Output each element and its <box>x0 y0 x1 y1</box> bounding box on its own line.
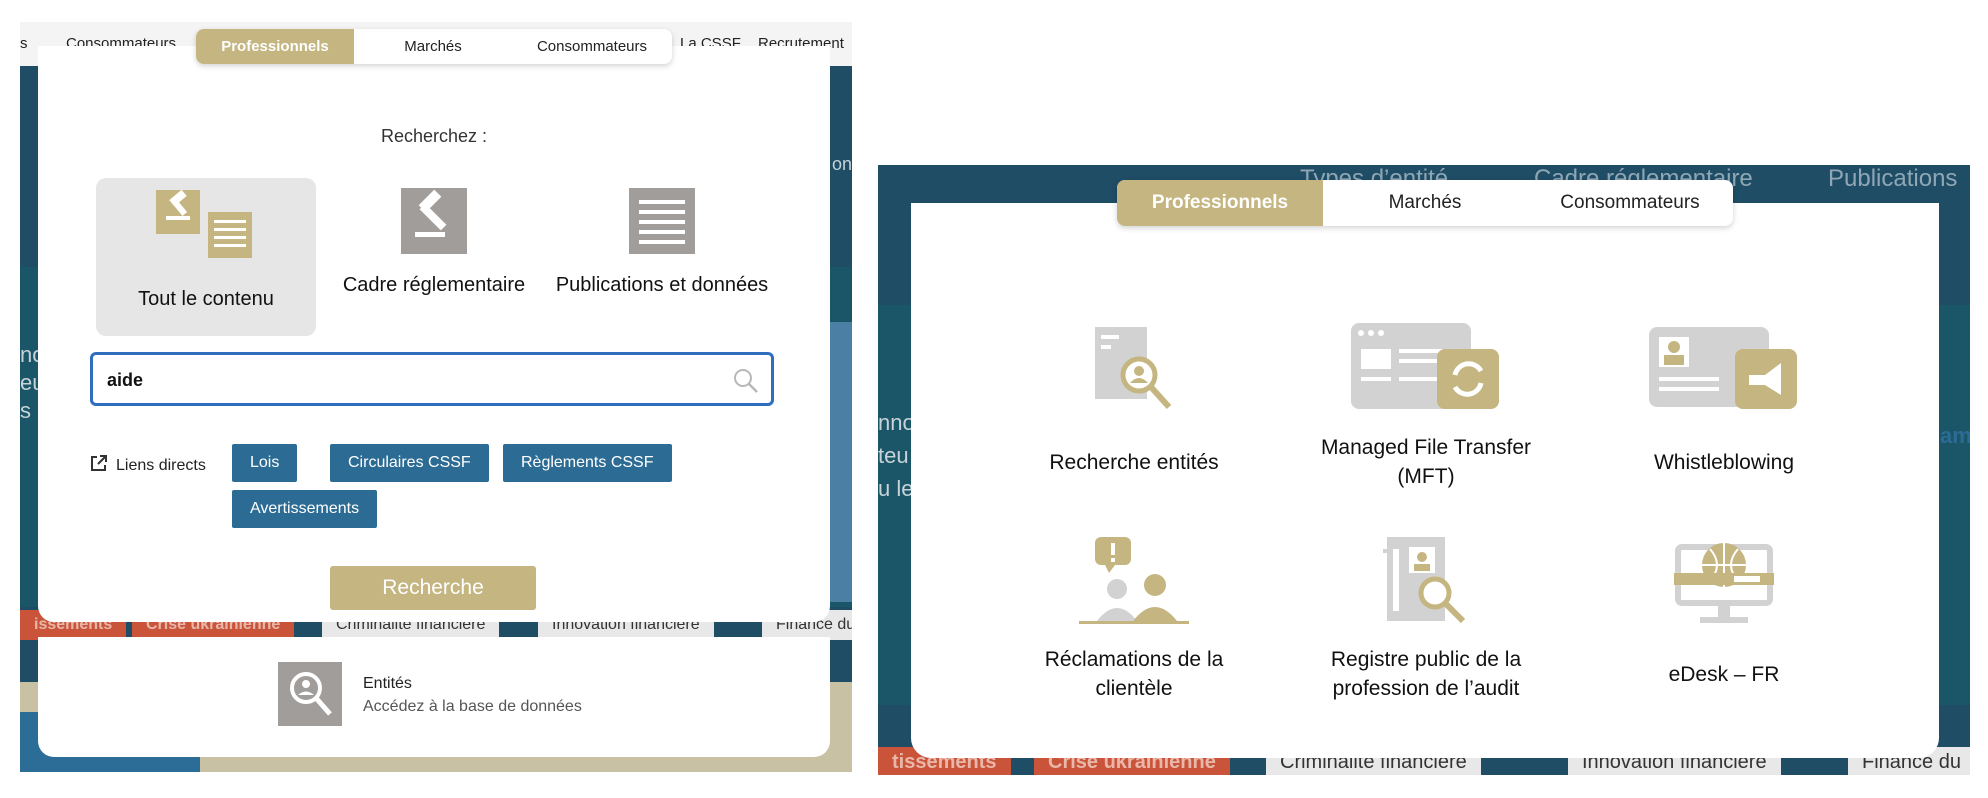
left-screenshot-panel: s Consommateurs La CSSF Recrutement no e… <box>20 22 852 772</box>
tile-label: Managed File Transfer (MFT) <box>1320 436 1532 488</box>
tile-label: Whistleblowing <box>1653 451 1795 474</box>
tab-professionnels[interactable]: Professionnels <box>1117 180 1323 226</box>
tile-label: Réclamations de la clientèle <box>1044 648 1224 700</box>
search-input[interactable] <box>105 355 709 405</box>
quick-link-avertissements[interactable]: Avertissements <box>232 490 378 528</box>
quick-link-lois[interactable]: Lois <box>232 444 298 482</box>
external-link-icon <box>90 454 108 477</box>
megaphone-card-icon <box>1649 323 1799 416</box>
tab-consommateurs[interactable]: Consommateurs <box>512 29 672 64</box>
scope-label: Cadre réglementaire <box>342 274 526 296</box>
audience-tabs: Professionnels Marchés Consommateurs <box>196 29 672 64</box>
background-image-strip <box>830 322 852 602</box>
search-icon[interactable] <box>733 368 759 399</box>
customer-complaint-icon <box>1079 535 1189 630</box>
edesk-globe-icon <box>1674 535 1774 632</box>
scope-all-content[interactable]: Tout le contenu <box>96 178 316 336</box>
entity-card[interactable]: Entités Accédez à la base de données <box>38 637 830 757</box>
search-submit-button[interactable]: Recherche <box>330 566 536 610</box>
tile-entity-search[interactable]: Recherche entités <box>1009 323 1259 483</box>
audit-register-icon <box>1381 535 1471 630</box>
bg-nav-link: Publications <box>1828 165 1958 192</box>
audience-tabs: Professionnels Marchés Consommateurs <box>1117 180 1733 226</box>
tile-managed-file-transfer[interactable]: Managed File Transfer (MFT) <box>1301 323 1551 503</box>
search-field[interactable] <box>90 352 774 406</box>
quick-links-text: Liens directs <box>116 456 206 474</box>
quick-links-label: Liens directs <box>90 454 206 477</box>
entity-search-icon <box>278 662 342 726</box>
tab-professionnels[interactable]: Professionnels <box>196 29 354 64</box>
gavel-document-icon <box>156 189 256 265</box>
tile-audit-register[interactable]: Registre public de la profession de l’au… <box>1301 535 1551 715</box>
tile-label: Registre public de la profession de l’au… <box>1330 648 1522 700</box>
quick-link-reglements[interactable]: Règlements CSSF <box>503 444 672 482</box>
scope-publications-data[interactable]: Publications et données <box>552 178 772 336</box>
scope-regulatory-framework[interactable]: Cadre réglementaire <box>324 178 544 336</box>
entity-card-description: Accédez à la base de données <box>363 698 582 715</box>
gavel-icon <box>401 188 467 259</box>
bg-text: u le <box>878 476 914 501</box>
bg-nav-link: s <box>20 35 28 52</box>
entity-search-icon <box>1089 323 1179 418</box>
tab-marches[interactable]: Marchés <box>1323 180 1527 226</box>
tile-label: Recherche entités <box>1049 451 1219 474</box>
file-transfer-icon <box>1351 323 1501 418</box>
scope-label: Tout le contenu <box>138 288 274 310</box>
tile-label: eDesk – FR <box>1668 663 1780 686</box>
quick-link-circulaires[interactable]: Circulaires CSSF <box>330 444 489 482</box>
document-lines-icon <box>629 188 695 259</box>
services-modal: Recherche entités Managed File Transfer … <box>911 203 1939 758</box>
tab-consommateurs[interactable]: Consommateurs <box>1527 180 1733 226</box>
search-title: Recherchez : <box>380 126 488 146</box>
tile-customer-complaints[interactable]: Réclamations de la clientèle <box>1009 535 1259 715</box>
search-modal: Recherchez : Tout le contenu Cadre régle… <box>38 46 830 622</box>
tile-whistleblowing[interactable]: Whistleblowing <box>1599 323 1849 483</box>
bg-text: am <box>1940 423 1970 448</box>
tab-marches[interactable]: Marchés <box>354 29 512 64</box>
scope-label: Publications et données <box>555 274 769 296</box>
bg-text: teu <box>878 443 909 468</box>
tile-edesk[interactable]: eDesk – FR <box>1599 535 1849 695</box>
bg-text: ons <box>832 154 852 174</box>
bg-text: nno <box>878 410 915 435</box>
entity-card-title: Entités <box>363 675 412 692</box>
right-screenshot-panel: Types d’entité Cadre réglementaire Publi… <box>878 165 1970 775</box>
